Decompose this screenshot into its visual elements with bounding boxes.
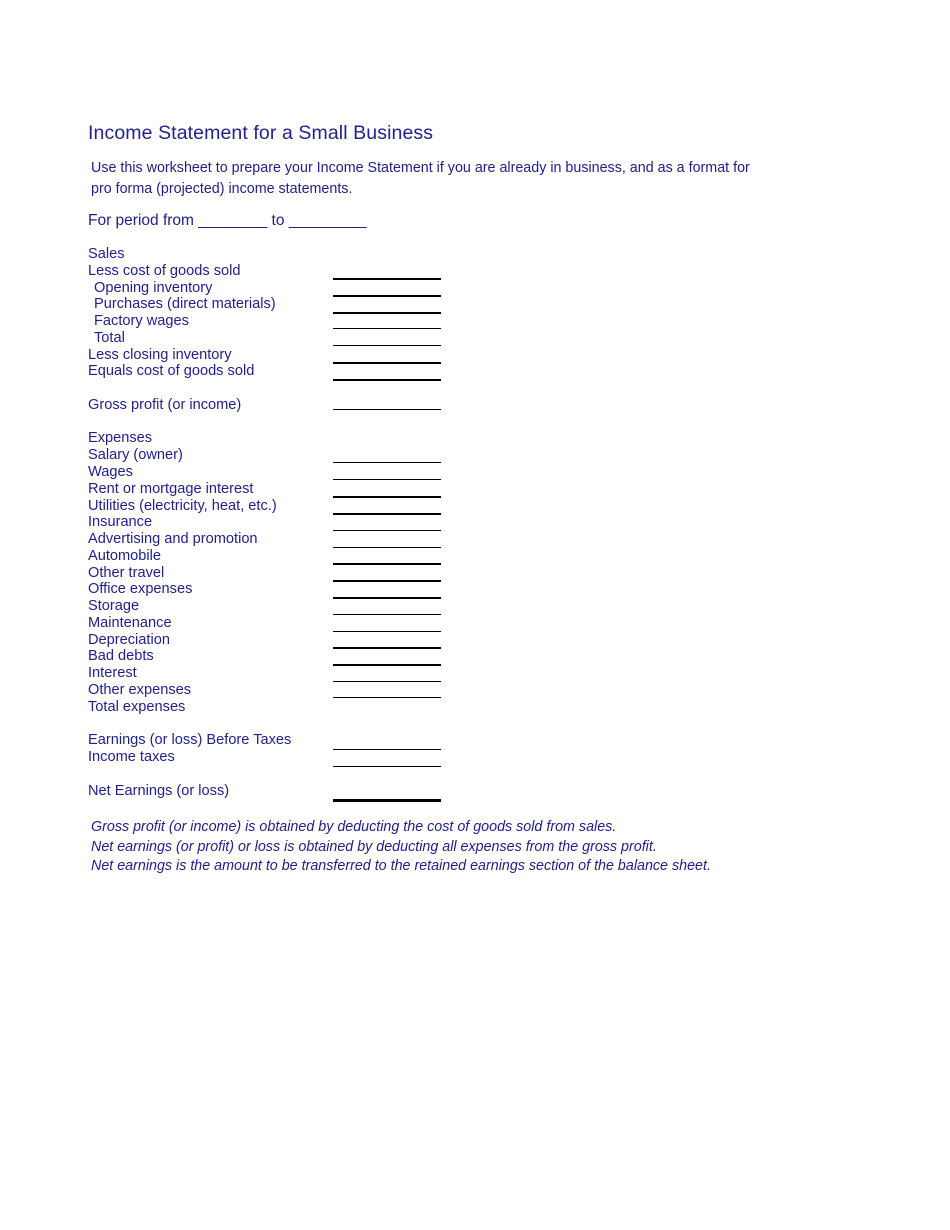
statement-row-label: Net Earnings (or loss): [88, 783, 230, 799]
footnotes-block: Gross profit (or income) is obtained by …: [91, 818, 851, 877]
entry-rule: [333, 409, 441, 410]
intro-paragraph: Use this worksheet to prepare your Incom…: [91, 160, 750, 197]
statement-row-label: Interest: [88, 665, 137, 681]
entry-rule: [333, 462, 441, 463]
entry-rule: [333, 614, 441, 615]
entry-rule: [333, 496, 441, 498]
entry-rule: [333, 295, 441, 297]
statement-row-label: Equals cost of goods sold: [88, 363, 255, 379]
entry-rule: [333, 766, 441, 767]
statement-row-label: Office expenses: [88, 581, 193, 597]
statement-row-label: Purchases (direct materials): [94, 296, 276, 312]
statement-row-label: Earnings (or loss) Before Taxes: [88, 732, 292, 748]
entry-rule: [333, 664, 441, 666]
statement-row-label: Other expenses: [88, 682, 192, 698]
entry-rule: [333, 597, 441, 599]
statement-row-label: Automobile: [88, 548, 162, 564]
statement-row-label: Depreciation: [88, 632, 170, 648]
entry-rule: [333, 379, 441, 381]
statement-row-label: Salary (owner): [88, 447, 183, 463]
statement-row-label: Rent or mortgage interest: [88, 481, 254, 497]
entry-rule: [333, 647, 441, 649]
statement-row-label: Wages: [88, 464, 133, 480]
entry-rule: [333, 362, 441, 364]
period-field[interactable]: For period from ________ to _________: [88, 211, 366, 230]
statement-row-label: Bad debts: [88, 648, 154, 664]
statement-row-label: Other travel: [88, 565, 165, 581]
statement-row-label: Income taxes: [88, 749, 175, 765]
entry-rule: [333, 563, 441, 565]
entry-rule: [333, 328, 441, 329]
footnote-line: Net earnings (or profit) or loss is obta…: [91, 838, 657, 855]
entry-rule: [333, 681, 441, 682]
entry-rule: [333, 513, 441, 515]
entry-rule: [333, 345, 441, 346]
statement-row-label: Storage: [88, 598, 140, 614]
entry-rule: [333, 547, 441, 548]
entry-rule: [333, 580, 441, 582]
statement-row-label: Less closing inventory: [88, 347, 232, 363]
entry-rule: [333, 697, 441, 698]
statement-row-label: Expenses: [88, 430, 153, 446]
statement-row-label: Total: [94, 330, 125, 346]
entry-rule: [333, 479, 441, 480]
statement-row-label: Less cost of goods sold: [88, 263, 241, 279]
statement-row-label: Advertising and promotion: [88, 531, 258, 547]
page-title: Income Statement for a Small Business: [88, 122, 434, 145]
statement-row-label: Maintenance: [88, 615, 172, 631]
entry-rule: [333, 530, 441, 531]
entry-rule: [333, 749, 441, 750]
statement-row-label: Sales: [88, 246, 125, 262]
statement-row-label: Utilities (electricity, heat, etc.): [88, 498, 277, 514]
statement-row-label: Insurance: [88, 514, 153, 530]
statement-row-label: Opening inventory: [94, 280, 213, 296]
entry-rule: [333, 278, 441, 280]
footnote-line: Net earnings is the amount to be transfe…: [91, 858, 711, 875]
statement-row-label: Factory wages: [94, 313, 189, 329]
worksheet-page: Income Statement for a Small Business Us…: [0, 0, 950, 1230]
entry-rule: [333, 799, 441, 802]
statement-row-label: Gross profit (or income): [88, 397, 242, 413]
entry-rule: [333, 631, 441, 632]
statement-row-label: Total expenses: [88, 699, 186, 715]
entry-rule: [333, 312, 441, 314]
footnote-line: Gross profit (or income) is obtained by …: [91, 819, 617, 835]
